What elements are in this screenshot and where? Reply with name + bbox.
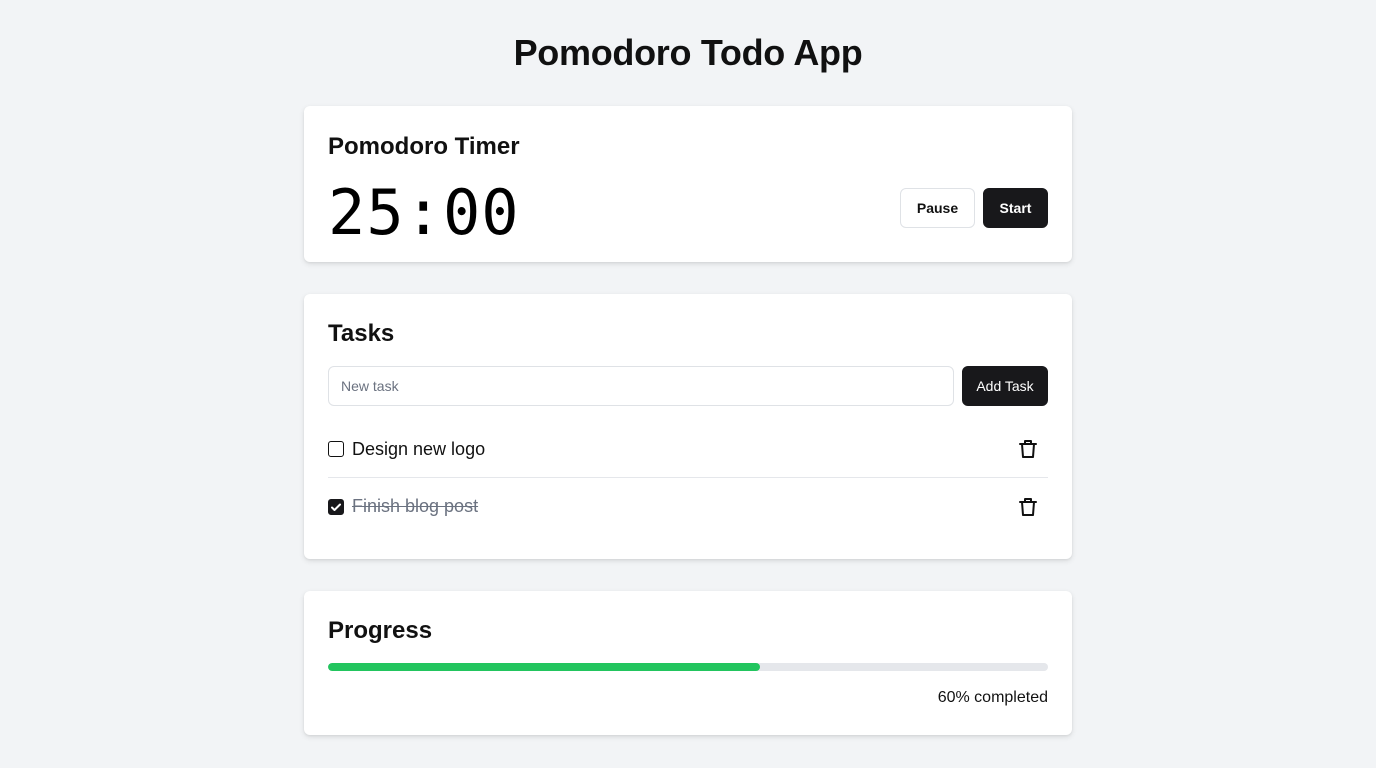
tasks-card: Tasks Add Task Design new logo Finish bl… [304, 294, 1072, 559]
task-item: Finish blog post [328, 478, 1048, 535]
pause-button[interactable]: Pause [900, 188, 975, 228]
task-checkbox[interactable] [328, 441, 344, 457]
task-label: Finish blog post [352, 496, 479, 516]
app-title: Pomodoro Todo App [513, 32, 863, 73]
tasks-title: Tasks [328, 320, 395, 347]
progress-text: 60% completed [937, 689, 1048, 706]
add-task-button[interactable]: Add Task [962, 366, 1048, 406]
trash-icon [1019, 440, 1037, 458]
new-task-input[interactable] [328, 366, 954, 406]
delete-task-button[interactable] [1016, 437, 1040, 461]
timer-title: Pomodoro Timer [328, 133, 520, 160]
check-icon [331, 503, 341, 511]
trash-icon [1019, 497, 1037, 516]
progress-bar [328, 663, 1048, 671]
progress-bar-fill [328, 663, 760, 671]
task-item: Design new logo [328, 421, 1048, 478]
progress-card: Progress 60% completed [304, 591, 1072, 735]
start-button[interactable]: Start [983, 188, 1048, 228]
timer-display: 25:00 [328, 176, 520, 249]
task-label: Design new logo [352, 438, 486, 459]
timer-card: Pomodoro Timer 25:00 Pause Start [304, 106, 1072, 262]
progress-title: Progress [328, 617, 433, 644]
delete-task-button[interactable] [1016, 495, 1040, 519]
task-checkbox[interactable] [328, 498, 344, 515]
